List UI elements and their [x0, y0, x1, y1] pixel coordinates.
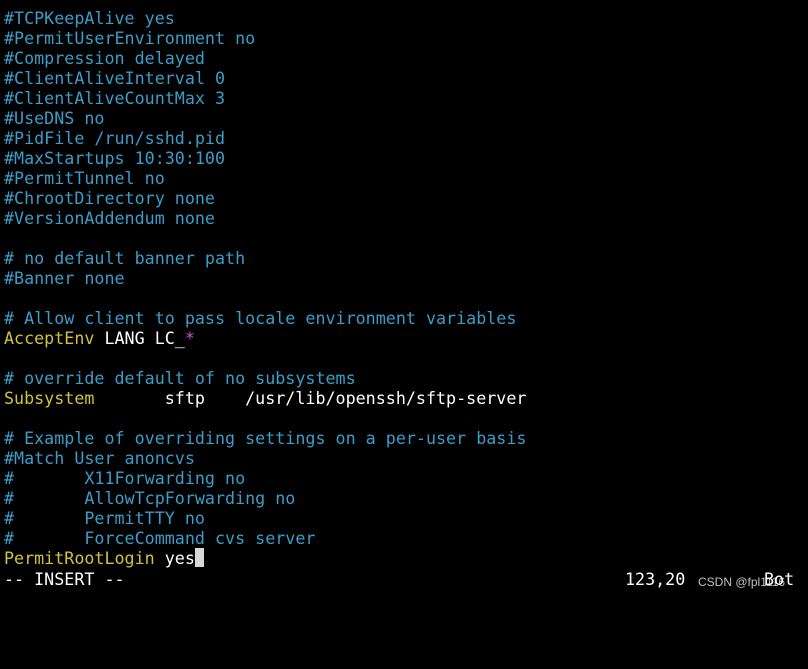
text-cursor: [194, 548, 204, 567]
config-line: #MaxStartups 10:30:100: [4, 148, 226, 168]
config-line: # no default banner path: [4, 248, 246, 268]
config-line: # ForceCommand cvs server: [4, 528, 316, 548]
config-line: #PidFile /run/sshd.pid: [4, 128, 226, 148]
wildcard-token: *: [184, 328, 195, 348]
watermark: CSDN @fpl1116: [698, 575, 786, 589]
cursor-line[interactable]: PermitRootLogin yes: [4, 548, 804, 568]
config-line: # Allow client to pass locale environmen…: [4, 308, 517, 328]
config-line: #Match User anoncvs: [4, 448, 195, 468]
directive-value: sftp /usr/lib/openssh/sftp-server: [94, 388, 527, 408]
config-line: #Banner none: [4, 268, 125, 288]
directive-keyword: AcceptEnv: [4, 328, 95, 348]
config-line: #ChrootDirectory none: [4, 188, 215, 208]
cursor-position: 123,20: [625, 569, 686, 589]
config-line: #PermitUserEnvironment no: [4, 28, 256, 48]
config-line: # X11Forwarding no: [4, 468, 246, 488]
directive-value: yes: [154, 548, 195, 568]
directive-keyword: Subsystem: [4, 388, 95, 408]
config-line: # AllowTcpForwarding no: [4, 488, 296, 508]
vim-status-line: -- INSERT -- 123,20 Bot CSDN @fpl1116: [4, 569, 804, 589]
vim-editor-buffer[interactable]: #TCPKeepAlive yes #PermitUserEnvironment…: [4, 8, 804, 568]
config-line: #VersionAddendum none: [4, 208, 215, 228]
config-line: #TCPKeepAlive yes: [4, 8, 175, 28]
acceptenv-line: AcceptEnv LANG LC_*: [4, 328, 804, 348]
config-line: # PermitTTY no: [4, 508, 205, 528]
config-line: # override default of no subsystems: [4, 368, 356, 388]
directive-value: LANG LC_: [94, 328, 185, 348]
directive-keyword: PermitRootLogin: [4, 548, 155, 568]
subsystem-line: Subsystem sftp /usr/lib/openssh/sftp-ser…: [4, 388, 804, 408]
config-line: #ClientAliveCountMax 3: [4, 88, 226, 108]
config-line: #PermitTunnel no: [4, 168, 165, 188]
config-line: #UseDNS no: [4, 108, 105, 128]
config-line: # Example of overriding settings on a pe…: [4, 428, 527, 448]
mode-indicator: -- INSERT --: [4, 569, 125, 589]
config-line: #Compression delayed: [4, 48, 205, 68]
config-line: #ClientAliveInterval 0: [4, 68, 226, 88]
